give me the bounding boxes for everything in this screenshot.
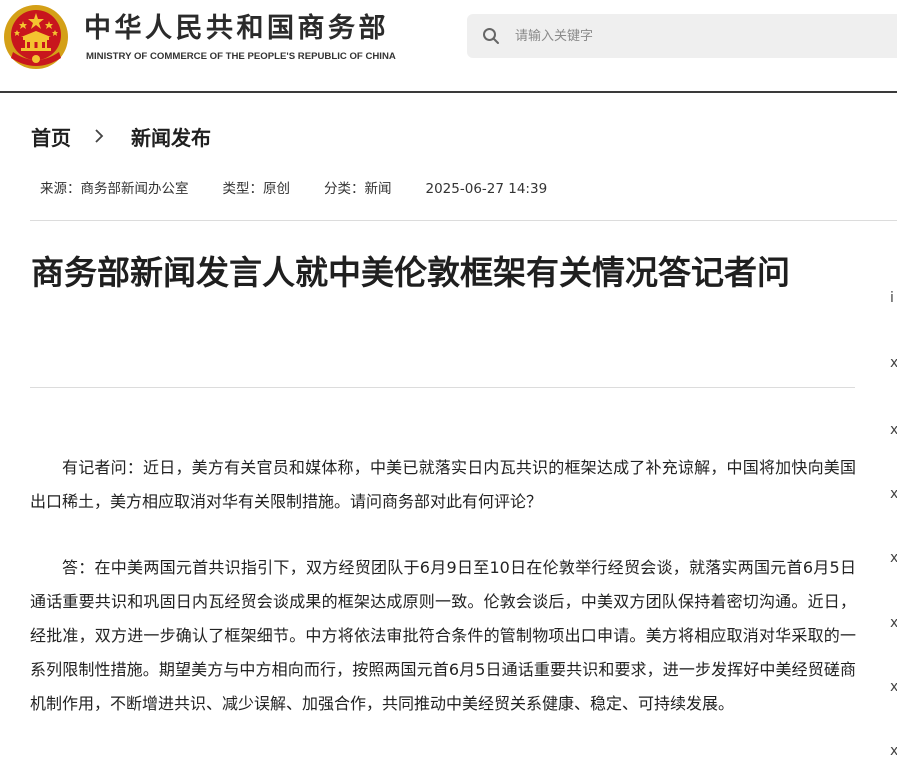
meta-category: 分类：新闻 [324,181,392,197]
sidebar-glyph[interactable]: x [890,744,897,758]
title-divider [30,387,855,388]
meta-type: 类型：原创 [222,181,291,197]
breadcrumb-section-link[interactable]: 新闻发布 [131,122,211,151]
sidebar-glyph[interactable]: x [890,680,897,694]
meta-datetime: 2025-06-27 14:39 [425,181,548,197]
org-name-cn[interactable]: 中华人民共和国商务部 [84,12,389,46]
search-icon[interactable] [482,27,500,45]
chevron-right-icon [95,129,104,143]
national-emblem-icon[interactable] [3,4,69,70]
article-title: 商务部新闻发言人就中美伦敦框架有关情况答记者问 [31,253,790,292]
meta-source: 来源：商务部新闻办公室 [40,181,189,197]
sidebar-glyph: i [890,290,894,306]
page: 中华人民共和国商务部 MINISTRY OF COMMERCE OF THE P… [0,0,897,778]
search-box[interactable] [467,14,897,58]
breadcrumb: 首页 新闻发布 [31,120,211,152]
article-paragraph: 答：在中美两国元首共识指引下，双方经贸团队于6月9日至10日在伦敦举行经贸会谈，… [30,558,856,713]
sidebar-glyph[interactable]: x [890,551,897,565]
breadcrumb-home-link[interactable]: 首页 [31,122,71,151]
article-meta: 来源：商务部新闻办公室 类型：原创 分类：新闻 2025-06-27 14:39 [40,178,547,200]
site-header: 中华人民共和国商务部 MINISTRY OF COMMERCE OF THE P… [0,0,897,92]
sidebar-glyph[interactable]: x [890,423,897,437]
sidebar-glyph[interactable]: x [890,616,897,630]
org-name-en[interactable]: MINISTRY OF COMMERCE OF THE PEOPLE'S REP… [86,50,396,64]
search-input[interactable] [515,14,885,58]
article-paragraph: 有记者问：近日，美方有关官员和媒体称，中美已就落实日内瓦共识的框架达成了补充谅解… [30,458,856,511]
sidebar-glyph[interactable]: x [890,356,897,370]
sidebar-glyph[interactable]: x [890,487,897,501]
header-divider [0,91,897,93]
meta-divider [30,220,897,221]
